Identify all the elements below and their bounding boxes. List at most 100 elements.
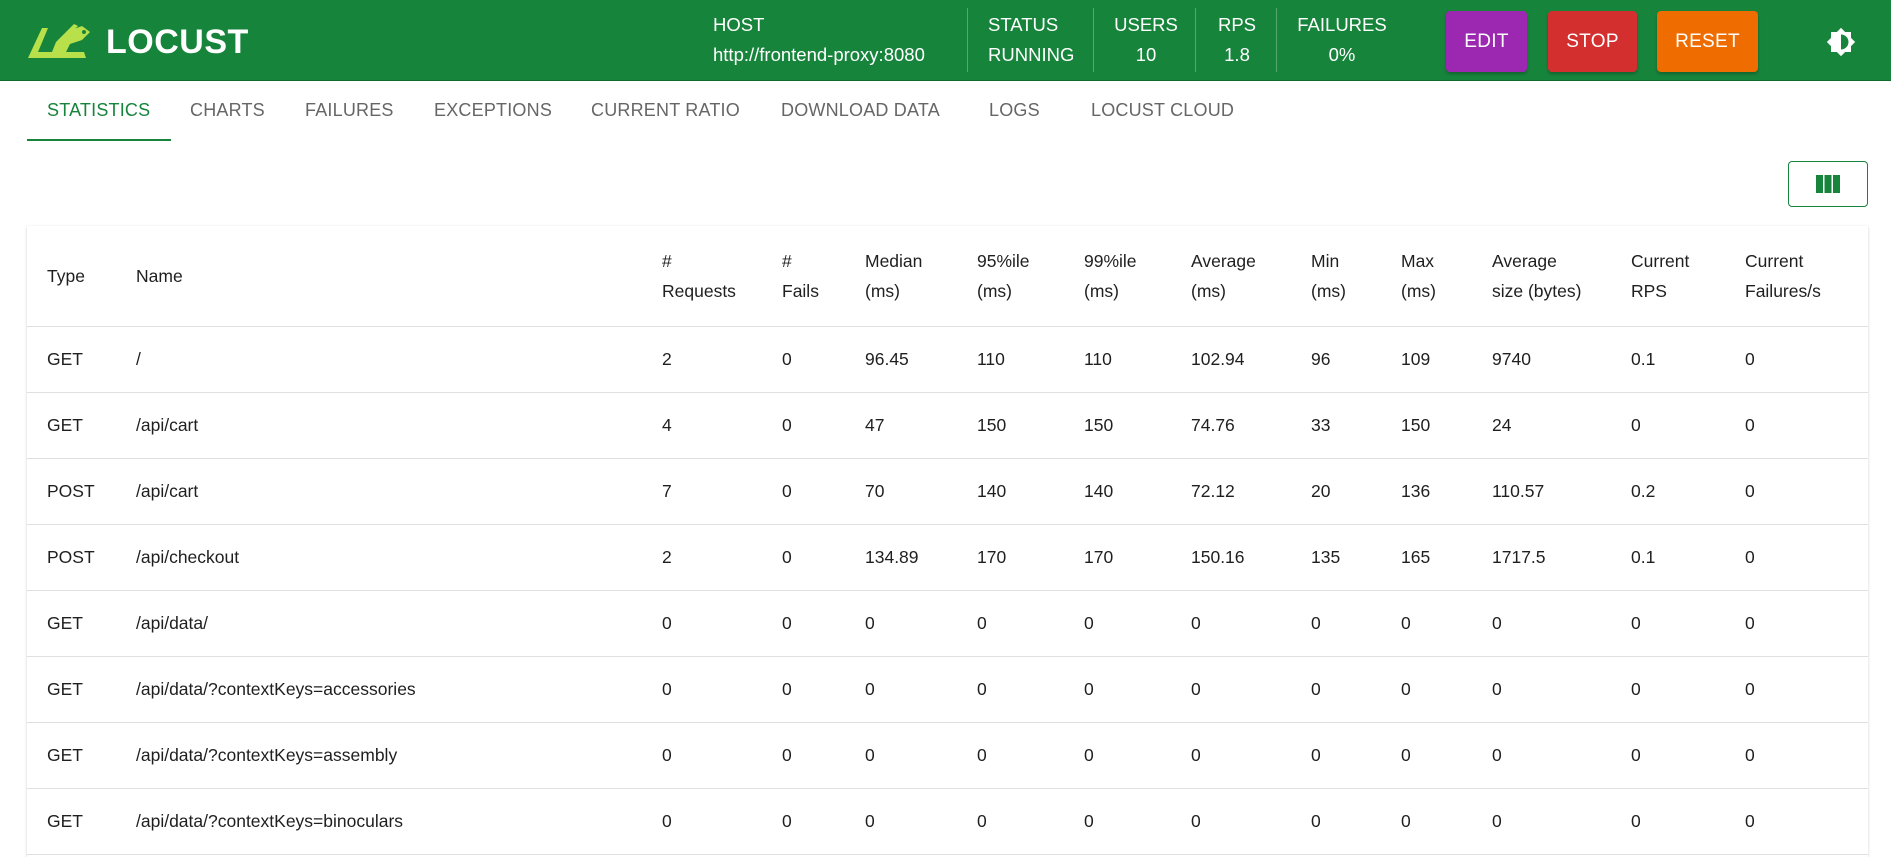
status-stat: STATUS RUNNING: [988, 0, 1074, 81]
cell-p95: 0: [957, 590, 1064, 657]
cell-median: 0: [845, 590, 957, 657]
cell-name: /api/cart: [116, 392, 642, 459]
rps-label: RPS: [1217, 14, 1257, 35]
cell-p95: 140: [957, 458, 1064, 525]
cell-p99: 110: [1064, 326, 1171, 393]
cell-max: 0: [1381, 590, 1472, 657]
cell-max: 165: [1381, 524, 1472, 591]
cell-fails: 0: [762, 392, 845, 459]
tab-current-ratio[interactable]: CURRENT RATIO: [591, 81, 740, 141]
stop-button[interactable]: STOP: [1548, 11, 1637, 72]
failures-stat: FAILURES 0%: [1296, 0, 1388, 81]
cell-name: /api/checkout: [116, 524, 642, 591]
header-type[interactable]: Type: [27, 226, 116, 327]
tab-locust-cloud[interactable]: LOCUST CLOUD: [1091, 81, 1234, 141]
cell-p95: 150: [957, 392, 1064, 459]
header-median[interactable]: Median (ms): [845, 226, 957, 327]
cell-p99: 0: [1064, 722, 1171, 789]
cell-min: 96: [1291, 326, 1381, 393]
header-min[interactable]: Min (ms): [1291, 226, 1381, 327]
brightness-icon: [1826, 27, 1856, 57]
cell-p95: 110: [957, 326, 1064, 393]
column-selector-button[interactable]: [1788, 161, 1868, 207]
cell-current-failures: 0: [1725, 656, 1868, 723]
cell-average: 72.12: [1171, 458, 1291, 525]
divider: [1195, 8, 1196, 72]
table-header-row: Type Name # Requests # Fails Median (ms) 95…: [27, 226, 1868, 327]
cell-current-rps: 0.1: [1611, 326, 1725, 393]
cell-avg-size: 24: [1472, 392, 1611, 459]
cell-current-failures: 0: [1725, 722, 1868, 789]
tab-download-data[interactable]: DOWNLOAD DATA: [781, 81, 940, 141]
cell-average: 150.16: [1171, 524, 1291, 591]
header-95-percentile[interactable]: 95%ile (ms): [957, 226, 1064, 327]
cell-fails: 0: [762, 524, 845, 591]
cell-average: 0: [1171, 590, 1291, 657]
host-label: HOST: [713, 14, 765, 35]
cell-min: 0: [1291, 788, 1381, 855]
cell-avg-size: 0: [1472, 590, 1611, 657]
cell-min: 33: [1291, 392, 1381, 459]
cell-median: 0: [845, 656, 957, 723]
header-average[interactable]: Average (ms): [1171, 226, 1291, 327]
statistics-table-container: Type Name # Requests # Fails Median (ms) 95…: [27, 226, 1868, 857]
cell-min: 20: [1291, 458, 1381, 525]
cell-requests: 0: [642, 656, 762, 723]
header-current-failures[interactable]: Current Failures/s: [1725, 226, 1868, 327]
cell-p99: 0: [1064, 656, 1171, 723]
cell-p99: 0: [1064, 590, 1171, 657]
cell-requests: 2: [642, 326, 762, 393]
header-average-size[interactable]: Average size (bytes): [1472, 226, 1611, 327]
cell-current-failures: 0: [1725, 392, 1868, 459]
header-max[interactable]: Max (ms): [1381, 226, 1472, 327]
cell-p99: 140: [1064, 458, 1171, 525]
cell-current-rps: 0.2: [1611, 458, 1725, 525]
status-value: RUNNING: [988, 44, 1075, 65]
cell-name: /: [116, 326, 642, 393]
cell-current-rps: 0: [1611, 788, 1725, 855]
cell-median: 134.89: [845, 524, 957, 591]
cell-average: 0: [1171, 722, 1291, 789]
table-row: GET/api/data/?contextKeys=binoculars 0 0 0 0…: [27, 788, 1868, 855]
cell-type: GET: [27, 326, 116, 393]
cell-max: 150: [1381, 392, 1472, 459]
edit-button[interactable]: EDIT: [1446, 11, 1527, 72]
cell-type: POST: [27, 458, 116, 525]
divider: [967, 8, 968, 72]
cell-p95: 170: [957, 524, 1064, 591]
tab-logs[interactable]: LOGS: [989, 81, 1040, 141]
cell-average: 0: [1171, 656, 1291, 723]
table-row: POST/api/cart 7 0 70 140 140 72.12 20 136 110.57 0…: [27, 458, 1868, 525]
header-99-percentile[interactable]: 99%ile (ms): [1064, 226, 1171, 327]
header-current-rps[interactable]: Current RPS: [1611, 226, 1725, 327]
header-requests[interactable]: # Requests: [642, 226, 762, 327]
cell-average: 102.94: [1171, 326, 1291, 393]
theme-toggle-button[interactable]: [1826, 27, 1856, 57]
users-stat: USERS 10: [1112, 0, 1180, 81]
tab-charts[interactable]: CHARTS: [190, 81, 265, 141]
tab-exceptions[interactable]: EXCEPTIONS: [434, 81, 552, 141]
reset-button[interactable]: RESET: [1657, 11, 1758, 72]
cell-p95: 0: [957, 656, 1064, 723]
table-body: GET/2 0 96.45 110 110 102.94 96 109 9740 0.1 0 GET /…: [27, 326, 1868, 855]
failures-label: FAILURES: [1297, 14, 1387, 35]
cell-max: 0: [1381, 722, 1472, 789]
cell-min: 135: [1291, 524, 1381, 591]
cell-name: /api/data/?contextKeys=assembly: [116, 722, 642, 789]
tab-failures[interactable]: FAILURES: [305, 81, 394, 141]
cell-type: GET: [27, 392, 116, 459]
host-stat: HOST http://frontend-proxy:8080: [713, 0, 925, 81]
header-fails[interactable]: # Fails: [762, 226, 845, 327]
cell-p99: 170: [1064, 524, 1171, 591]
cell-current-rps: 0: [1611, 722, 1725, 789]
cell-avg-size: 0: [1472, 788, 1611, 855]
cell-requests: 0: [642, 788, 762, 855]
cell-median: 0: [845, 788, 957, 855]
rps-stat: RPS 1.8: [1215, 0, 1259, 81]
table-row: GET/api/data/?contextKeys=assembly 0 0 0 0 0 0…: [27, 722, 1868, 789]
cell-requests: 0: [642, 590, 762, 657]
cell-current-failures: 0: [1725, 590, 1868, 657]
cell-current-failures: 0: [1725, 788, 1868, 855]
header-name[interactable]: Name: [116, 226, 642, 327]
tab-statistics[interactable]: STATISTICS: [47, 81, 150, 141]
